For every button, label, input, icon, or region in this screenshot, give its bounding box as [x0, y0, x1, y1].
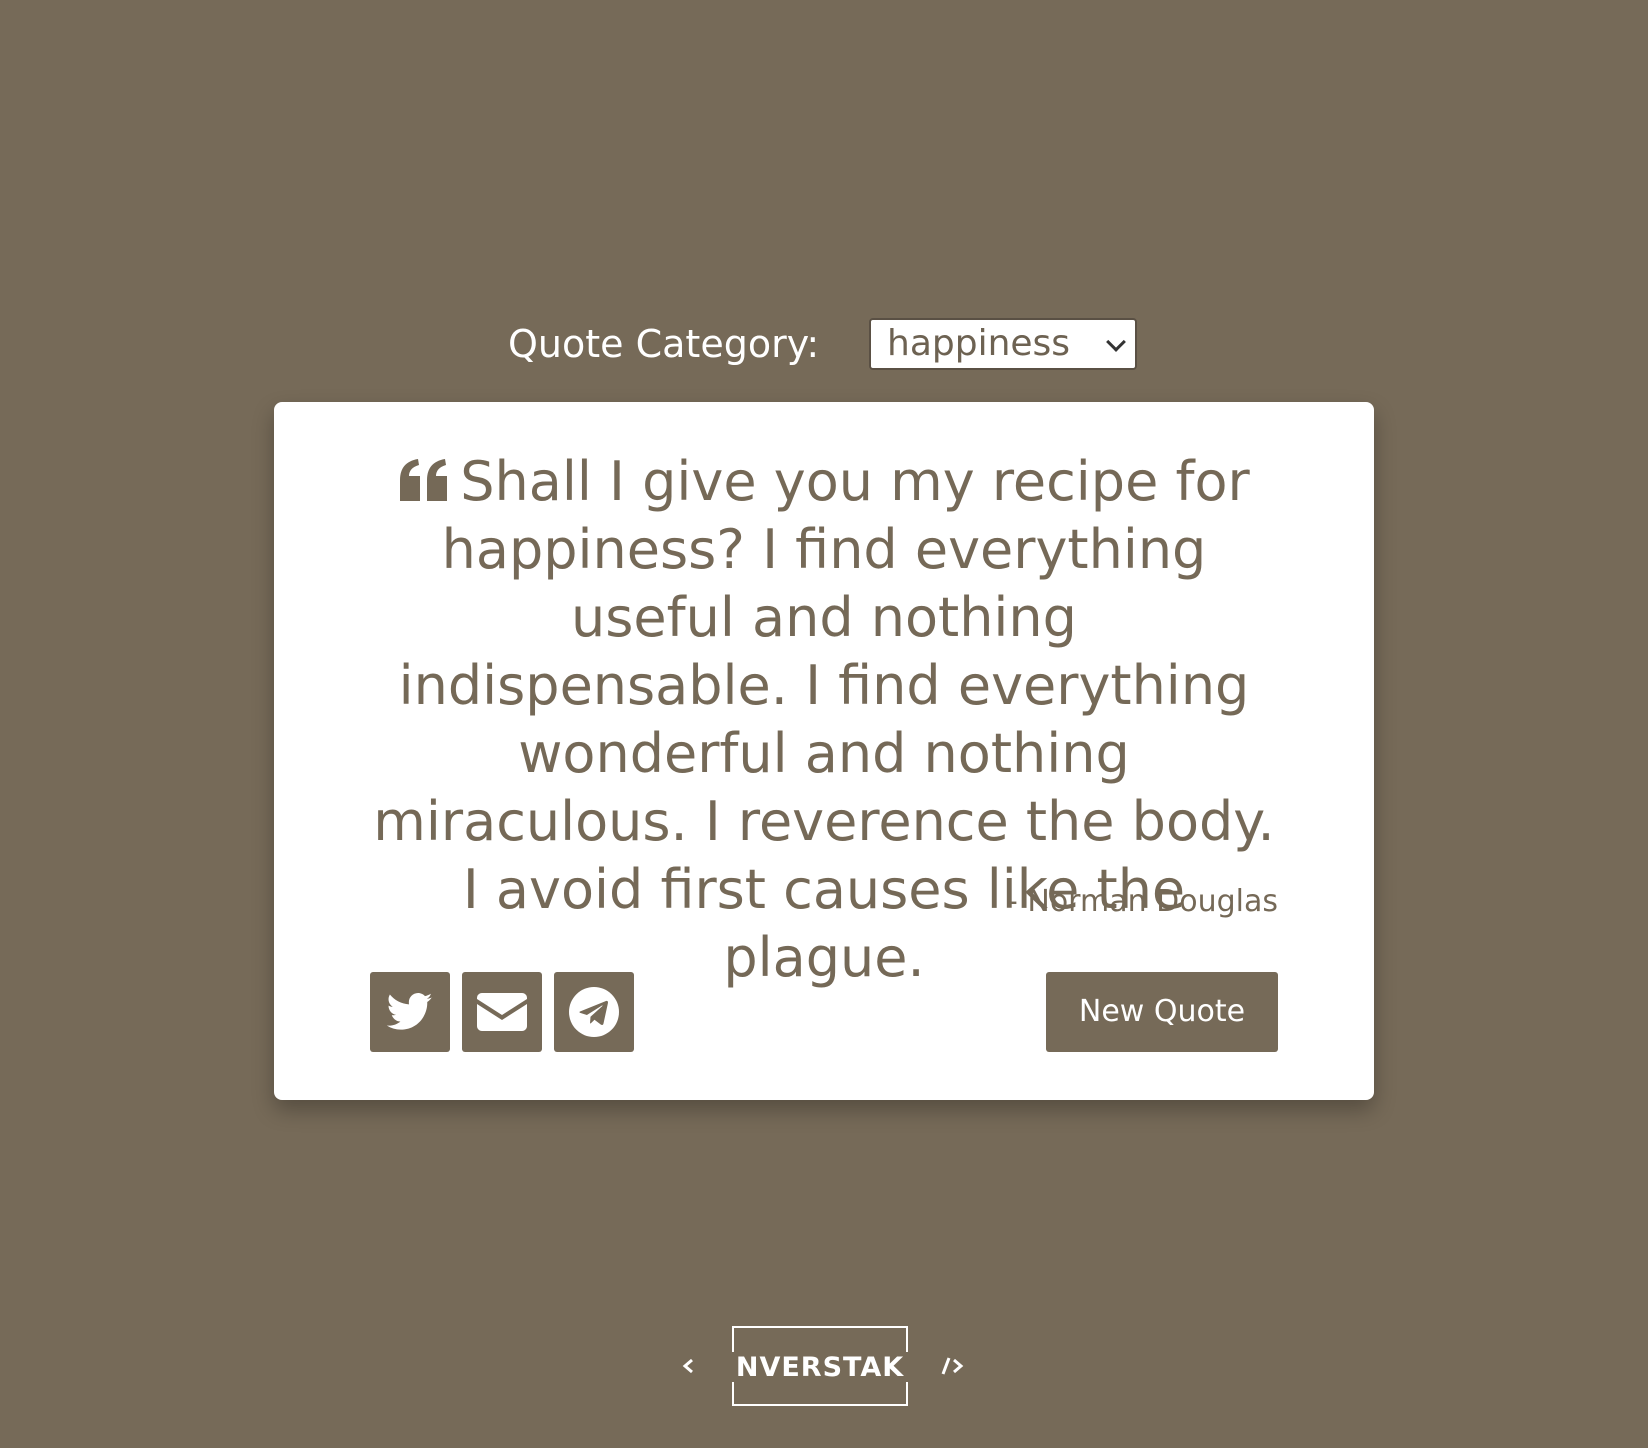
tweet-button[interactable] — [370, 972, 450, 1052]
category-select[interactable]: happiness — [869, 318, 1137, 370]
new-quote-button[interactable]: New Quote — [1046, 972, 1278, 1052]
twitter-icon — [387, 993, 433, 1030]
chevron-down-icon — [1106, 332, 1126, 352]
nverstak-logo: NVERSTAK — [682, 1326, 964, 1406]
email-share-button[interactable] — [462, 972, 542, 1052]
envelope-icon — [477, 993, 527, 1031]
quote-left-icon — [400, 459, 448, 501]
page: Quote Category: happiness Shall I give y… — [0, 0, 1648, 1448]
logo-text: NVERSTAK — [736, 1352, 904, 1383]
category-label: Quote Category: — [508, 322, 820, 366]
telegram-share-button[interactable] — [554, 972, 634, 1052]
quote-author: - Norman Douglas — [1007, 884, 1278, 919]
quote-card: Shall I give you my recipe for happiness… — [274, 402, 1374, 1100]
category-selected-value: happiness — [887, 323, 1071, 364]
telegram-icon — [569, 987, 619, 1037]
category-row: Quote Category: happiness — [0, 318, 1648, 370]
